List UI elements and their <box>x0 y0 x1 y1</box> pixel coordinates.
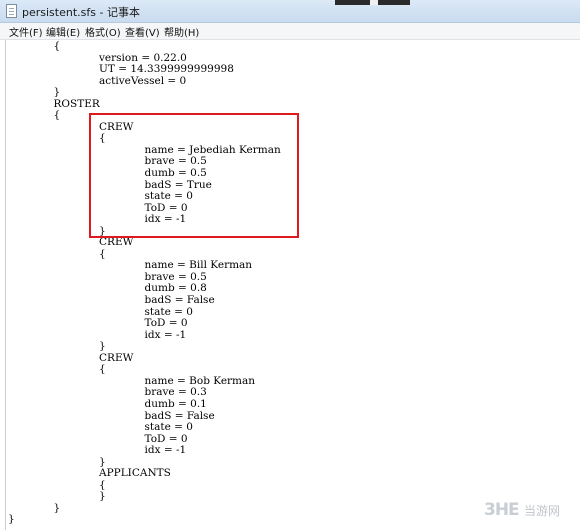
crew-highlight-box <box>89 113 299 238</box>
editor-line: activeVessel = 0 <box>99 74 187 87</box>
editor-line: idx = -1 <box>144 328 187 341</box>
menu-bar: 文件(F) 编辑(E) 格式(O) 查看(V) 帮助(H) <box>0 23 580 40</box>
menu-file[interactable]: 文件(F) <box>8 24 44 39</box>
window-title: persistent.sfs - 记事本 <box>22 6 140 19</box>
editor-line: CREW <box>99 236 134 249</box>
editor-line: } <box>99 490 106 503</box>
editor-line: } <box>8 513 15 526</box>
watermark: 3HE 当游网 <box>484 500 576 522</box>
menu-view[interactable]: 查看(V) <box>124 24 161 39</box>
editor-line: dumb = 0.1 <box>144 397 207 410</box>
menu-edit[interactable]: 编辑(E) <box>45 24 81 39</box>
editor-line: } <box>99 340 106 353</box>
editor-line: APPLICANTS <box>99 467 171 480</box>
editor-line: { <box>53 40 61 52</box>
watermark-text: 当游网 <box>524 504 561 518</box>
editor-line: { <box>99 478 106 491</box>
editor-line: UT = 14.3399999999998 <box>99 63 234 76</box>
menu-help[interactable]: 帮助(H) <box>163 24 200 39</box>
notepad-window: persistent.sfs - 记事本 文件(F) 编辑(E) 格式(O) 查… <box>0 0 580 530</box>
editor-line: idx = -1 <box>144 444 187 457</box>
editor-left-border <box>5 40 6 530</box>
editor-line: badS = False <box>144 294 215 307</box>
menu-format[interactable]: 格式(O) <box>84 24 122 39</box>
notepad-file-icon <box>6 4 17 18</box>
editor-line: state = 0 <box>144 421 193 434</box>
title-bar-overlap-region <box>335 0 410 5</box>
editor-line: CREW <box>99 351 134 364</box>
watermark-logo: 3HE <box>484 500 520 520</box>
title-bar[interactable]: persistent.sfs - 记事本 <box>0 0 580 23</box>
editor-line: ROSTER <box>53 97 100 110</box>
editor-line: ToD = 0 <box>144 317 188 330</box>
editor-line: } <box>53 501 61 514</box>
editor-line: } <box>53 86 61 99</box>
